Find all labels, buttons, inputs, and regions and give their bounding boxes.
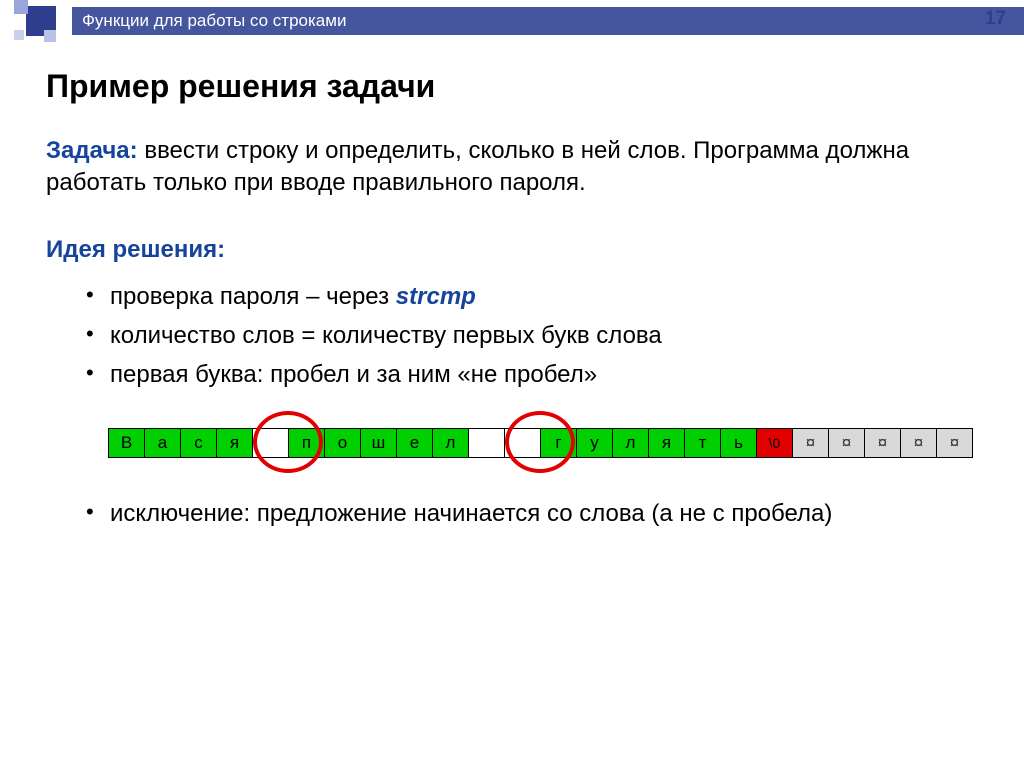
idea-item-3: исключение: предложение начинается со сл… [110, 495, 978, 532]
breadcrumb: Функции для работы со строками [72, 7, 1024, 35]
idea-label: Идея решения: [46, 236, 978, 264]
string-cell-18: \0 [757, 428, 793, 458]
string-cell-4 [253, 428, 289, 458]
idea-item-2: первая буква: пробел и за ним «не пробел… [110, 356, 978, 393]
slide-header: Функции для работы со строками 17 [0, 0, 1024, 42]
string-cell-13: у [577, 428, 613, 458]
code-strcmp: strcmp [396, 283, 476, 310]
idea-item-0-prefix: проверка пароля – через [110, 283, 396, 310]
string-cell-21: ¤ [865, 428, 901, 458]
string-cell-10 [469, 428, 505, 458]
header-decoration [0, 0, 72, 42]
string-cell-3: я [217, 428, 253, 458]
string-cell-7: ш [361, 428, 397, 458]
string-cell-19: ¤ [793, 428, 829, 458]
string-cell-11 [505, 428, 541, 458]
string-cell-22: ¤ [901, 428, 937, 458]
string-cell-1: а [145, 428, 181, 458]
string-cell-9: л [433, 428, 469, 458]
string-cell-12: г [541, 428, 577, 458]
string-cell-6: о [325, 428, 361, 458]
string-cells: Васяпошелгулять\0¤¤¤¤¤ [108, 428, 973, 458]
string-cell-20: ¤ [829, 428, 865, 458]
string-cell-14: л [613, 428, 649, 458]
page-title: Пример решения задачи [46, 68, 978, 105]
idea-item-1: количество слов = количеству первых букв… [110, 317, 978, 354]
breadcrumb-text: Функции для работы со строками [82, 11, 346, 31]
string-cell-0: В [109, 428, 145, 458]
idea-list: проверка пароля – через strcmp количеств… [46, 278, 978, 394]
string-cell-16: т [685, 428, 721, 458]
task-text: ввести строку и определить, сколько в не… [46, 137, 909, 196]
string-cell-5: п [289, 428, 325, 458]
string-array-row: Васяпошелгулять\0¤¤¤¤¤ [108, 413, 978, 473]
string-cell-17: ь [721, 428, 757, 458]
string-cell-15: я [649, 428, 685, 458]
page-number: 17 [985, 8, 1006, 30]
idea-list-continued: исключение: предложение начинается со сл… [46, 495, 978, 532]
idea-item-0: проверка пароля – через strcmp [110, 278, 978, 315]
task-paragraph: Задача: ввести строку и определить, скол… [46, 135, 978, 200]
string-cell-2: с [181, 428, 217, 458]
string-cell-8: е [397, 428, 433, 458]
string-cell-23: ¤ [937, 428, 973, 458]
task-label: Задача: [46, 137, 138, 164]
slide-content: Пример решения задачи Задача: ввести стр… [0, 42, 1024, 533]
